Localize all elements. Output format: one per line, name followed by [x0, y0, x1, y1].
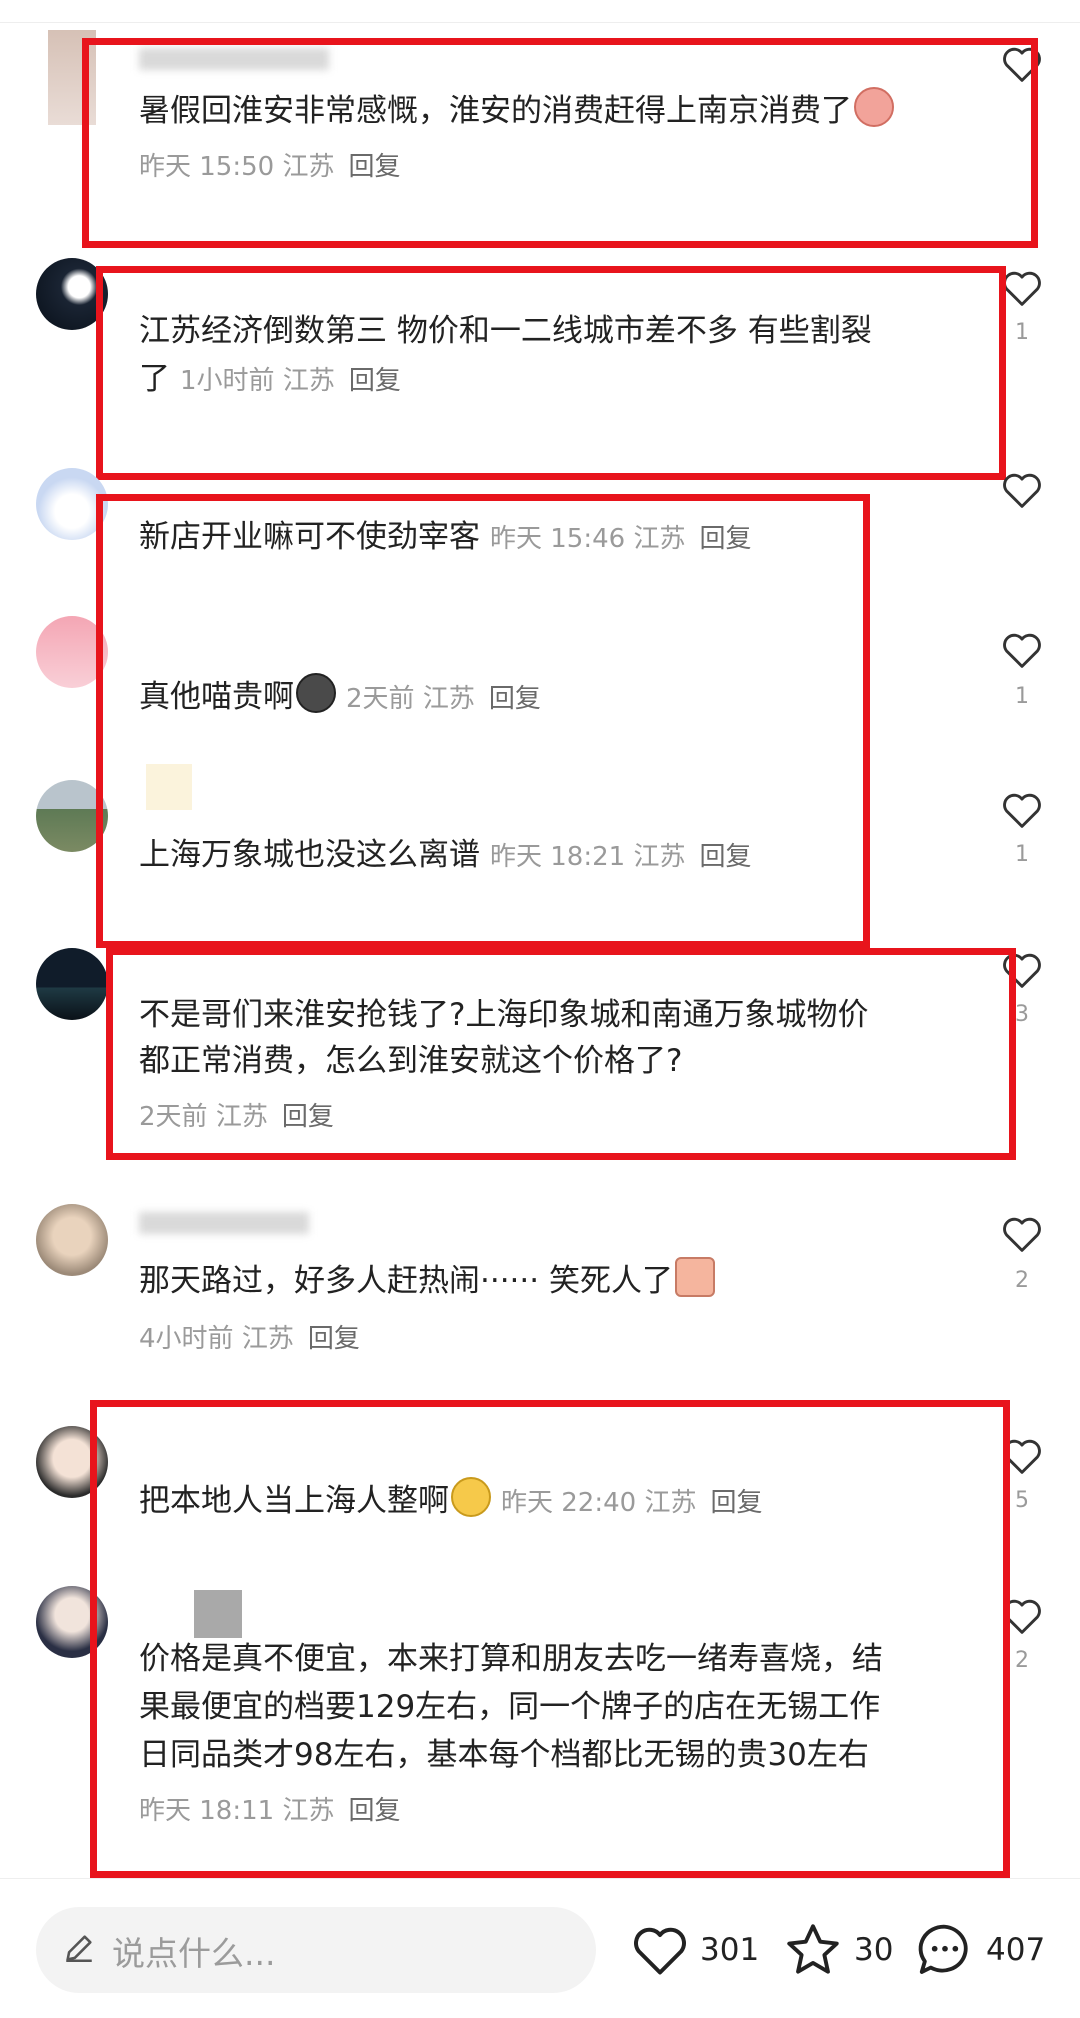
comment-total: 407 [986, 1932, 1046, 1968]
star-icon [787, 1924, 839, 1974]
heart-icon[interactable] [1000, 630, 1044, 670]
like-count: 1 [1015, 842, 1029, 867]
pencil-icon [66, 1935, 92, 1963]
like-total: 301 [700, 1932, 760, 1968]
comment-meta: 4小时前 江苏 回复 [139, 1324, 360, 1354]
heart-icon[interactable] [1000, 790, 1044, 830]
heart-icon [634, 1927, 686, 1975]
like-count: 1 [1015, 320, 1029, 345]
comment-button[interactable]: 407 [914, 1907, 1045, 1993]
heart-icon[interactable] [1000, 1214, 1044, 1254]
comment-text: 那天路过，好多人赶热闹······ 笑死人了 [139, 1256, 715, 1306]
bottom-bar: 说点什么... 301 30 407 [0, 1878, 1080, 2018]
avatar[interactable] [36, 1204, 108, 1276]
like-count: 2 [1015, 1268, 1029, 1293]
highlight-box [96, 494, 870, 948]
comment-input-placeholder: 说点什么... [112, 1934, 276, 1973]
highlight-box [82, 38, 1038, 248]
heart-icon[interactable] [1000, 470, 1044, 510]
favorite-button[interactable]: 30 [782, 1907, 893, 1993]
highlight-box [96, 266, 1006, 480]
heart-icon[interactable] [1000, 268, 1044, 308]
username-blurred [139, 1212, 309, 1234]
favorite-total: 30 [854, 1932, 894, 1968]
reply-button[interactable]: 回复 [308, 1324, 360, 1354]
like-count: 1 [1015, 684, 1029, 709]
avatar[interactable] [36, 948, 108, 1020]
highlight-box [106, 948, 1016, 1160]
top-divider [0, 22, 1080, 23]
like-button[interactable]: 301 [630, 1907, 759, 1993]
comment-input[interactable]: 说点什么... [36, 1907, 596, 1993]
laughing-face-emoji-icon [674, 1257, 715, 1297]
highlight-box [90, 1400, 1010, 1878]
chat-bubble-icon [918, 1924, 968, 1974]
